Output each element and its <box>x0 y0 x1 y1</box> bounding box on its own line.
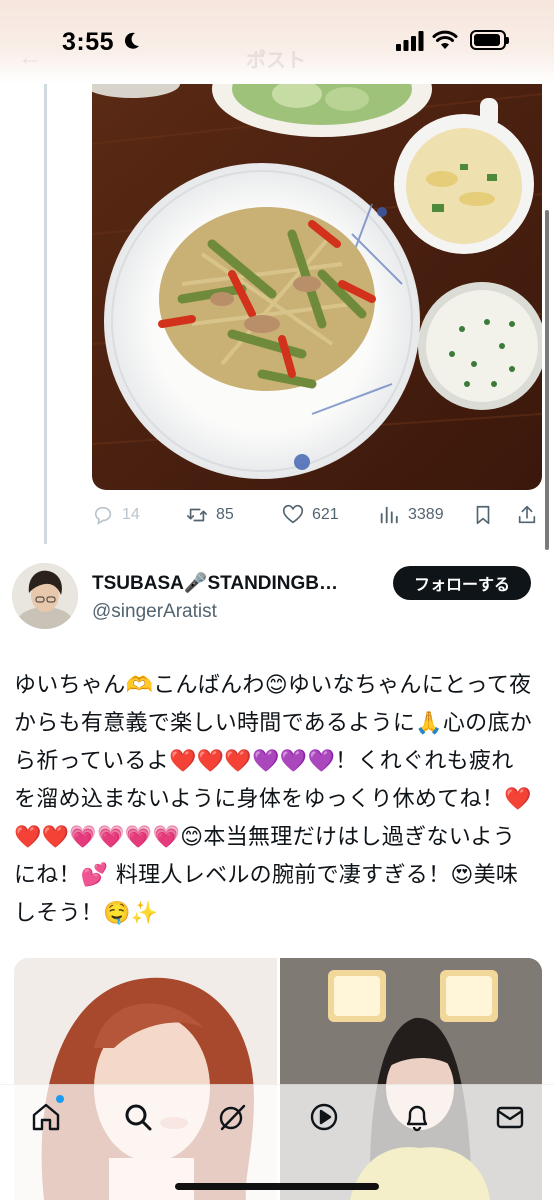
avatar[interactable] <box>12 563 78 629</box>
home-icon[interactable] <box>30 1101 62 1133</box>
home-notification-dot <box>56 1095 64 1103</box>
heart-icon <box>282 504 304 524</box>
view-count: 3389 <box>408 506 444 523</box>
grok-icon[interactable] <box>216 1101 248 1133</box>
battery-icon <box>470 30 509 50</box>
status-bar: ← ポスト 3:55 <box>0 0 554 84</box>
views-icon <box>380 506 398 524</box>
notifications-icon[interactable] <box>401 1101 433 1133</box>
like-count: 621 <box>312 506 339 523</box>
post-actions: 14 85 621 3389 <box>92 500 542 534</box>
video-icon[interactable] <box>308 1101 340 1133</box>
reply-text: ゆいちゃん🫶こんばんわ😊ゆいなちゃんにとって夜からも有意義で楽しい時間であるよう… <box>14 673 533 926</box>
bottom-nav <box>0 1084 554 1200</box>
share-button[interactable] <box>516 504 538 526</box>
retweet-icon <box>187 508 207 522</box>
post-photo[interactable] <box>92 84 542 490</box>
back-arrow-icon[interactable]: ← <box>18 44 42 72</box>
reply-author-name[interactable]: TSUBASA🎤STANDINGB… <box>92 571 338 595</box>
bookmark-icon <box>476 505 490 525</box>
reply-button[interactable]: 14 <box>92 504 140 526</box>
views-button[interactable]: 3389 <box>378 504 444 526</box>
reply-author-handle[interactable]: @singerAratist <box>92 601 217 623</box>
bookmark-button[interactable] <box>472 504 494 526</box>
retweet-count: 85 <box>216 506 234 523</box>
home-indicator[interactable] <box>175 1183 379 1190</box>
moon-icon <box>124 32 139 49</box>
scrollbar[interactable] <box>545 210 549 550</box>
search-icon[interactable] <box>122 1101 154 1133</box>
follow-button[interactable]: フォローする <box>393 566 531 600</box>
status-time: 3:55 <box>62 28 115 56</box>
retweet-button[interactable]: 85 <box>186 504 234 526</box>
cellular-signal-icon <box>396 31 424 51</box>
wifi-icon <box>432 30 458 49</box>
messages-icon[interactable] <box>494 1101 526 1133</box>
header-title: ポスト <box>246 50 306 72</box>
like-button[interactable]: 621 <box>282 504 339 526</box>
reply-count: 14 <box>122 506 140 523</box>
thread-line <box>44 84 47 544</box>
share-icon <box>518 505 536 524</box>
reply-icon <box>94 506 112 525</box>
